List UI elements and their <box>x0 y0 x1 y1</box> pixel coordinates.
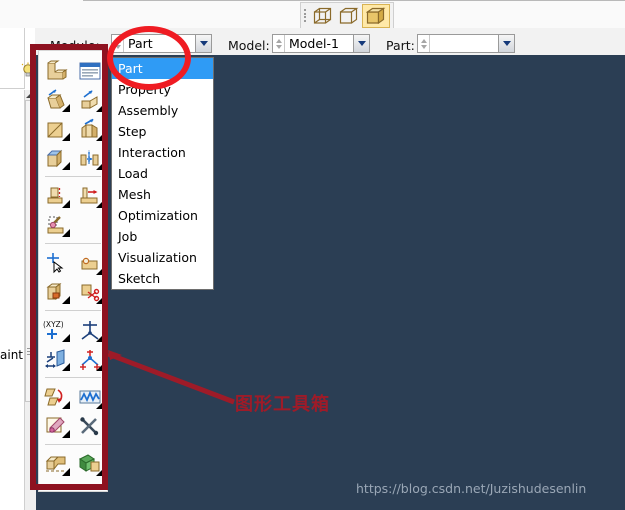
annotation-label: 图形工具箱 <box>235 394 330 415</box>
create-datum-csys-icon[interactable] <box>73 344 107 373</box>
create-feature-pattern-icon[interactable] <box>39 382 73 411</box>
toolbox-row <box>39 344 107 373</box>
create-datum-point-icon[interactable]: (XYZ) <box>39 315 73 344</box>
module-item-interaction[interactable]: Interaction <box>112 142 213 163</box>
module-item-part[interactable]: Part <box>112 58 213 79</box>
toolbox-row <box>39 181 107 210</box>
model-chevron-down-icon[interactable] <box>353 35 369 52</box>
create-wire-icon[interactable] <box>73 248 107 277</box>
part-label: Part: <box>386 38 415 53</box>
scroll-up-arrow-icon[interactable] <box>25 91 34 100</box>
create-round-fillet-icon[interactable] <box>39 210 73 239</box>
toolbox-separator <box>45 377 101 378</box>
module-item-optimization[interactable]: Optimization <box>112 205 213 226</box>
module-combobox[interactable]: Part <box>111 34 212 53</box>
light-bulb-icon <box>21 62 35 81</box>
part-manager-icon[interactable] <box>73 56 107 85</box>
toolbar-grip-icon[interactable] <box>304 9 307 22</box>
create-sketch-icon[interactable] <box>39 411 73 440</box>
module-spinner[interactable] <box>112 35 124 52</box>
part-spinner[interactable] <box>418 35 430 52</box>
watermark-url: https://blog.csdn.net/Juzishudesenlin <box>356 481 587 496</box>
toolbox-row: (XYZ) <box>39 315 107 344</box>
toolbox-row <box>39 277 107 306</box>
create-datum-axis-icon[interactable] <box>73 315 107 344</box>
toolbox-row <box>39 210 107 239</box>
module-item-property[interactable]: Property <box>112 79 213 100</box>
module-item-assembly[interactable]: Assembly <box>112 100 213 121</box>
toolbox-row <box>39 85 107 114</box>
create-shell-sweep-icon[interactable] <box>73 114 107 143</box>
toolbox-separator <box>45 444 101 445</box>
module-item-step[interactable]: Step <box>112 121 213 142</box>
create-part-icon[interactable] <box>39 56 73 85</box>
module-combobox-value: Part <box>128 36 153 51</box>
module-item-sketch[interactable]: Sketch <box>112 268 213 289</box>
render-style-toolbar <box>300 2 394 29</box>
shaded-cube-icon[interactable] <box>362 3 390 28</box>
toolbox-row <box>39 248 107 277</box>
wireframe-cube-icon[interactable] <box>310 5 336 27</box>
toolbox-row <box>39 382 107 411</box>
svg-text:(XYZ): (XYZ) <box>43 320 64 329</box>
part-combobox[interactable] <box>417 34 515 53</box>
model-spinner[interactable] <box>273 35 285 52</box>
part-chevron-down-icon[interactable] <box>498 35 514 52</box>
annotation-arrow <box>108 350 235 405</box>
module-item-load[interactable]: Load <box>112 163 213 184</box>
module-chevron-down-icon[interactable] <box>195 35 211 52</box>
partition-face-sketch-icon[interactable] <box>73 277 107 306</box>
hidden-line-cube-icon[interactable] <box>336 5 362 27</box>
create-point-icon[interactable] <box>39 248 73 277</box>
create-solid-extrude-icon[interactable] <box>39 85 73 114</box>
toolbar-divider <box>83 0 625 1</box>
scrollbar-thumb[interactable] <box>25 100 36 402</box>
edit-feature-icon[interactable] <box>73 382 107 411</box>
toolbox-row <box>39 411 107 440</box>
create-geometry-set-icon[interactable] <box>39 449 73 478</box>
create-blend-icon[interactable] <box>73 143 107 172</box>
part-module-toolbox: (XYZ) <box>38 50 108 492</box>
toolbox-separator <box>45 243 101 244</box>
module-item-mesh[interactable]: Mesh <box>112 184 213 205</box>
left-panel-partial-label: aint <box>0 348 23 362</box>
toolbox-row <box>39 449 107 478</box>
module-dropdown-list[interactable]: Part Property Assembly Step Interaction … <box>111 57 214 290</box>
module-item-job[interactable]: Job <box>112 226 213 247</box>
toolbox-row <box>39 114 107 143</box>
create-solid-revolve-icon[interactable] <box>39 114 73 143</box>
toolbox-row <box>39 143 107 172</box>
create-datum-plane-icon[interactable] <box>39 344 73 373</box>
partition-cell-icon[interactable] <box>39 277 73 306</box>
module-item-visualization[interactable]: Visualization <box>112 247 213 268</box>
toolbox-separator <box>45 310 101 311</box>
create-cut-extrude-icon[interactable] <box>39 181 73 210</box>
create-shell-extrude-icon[interactable] <box>73 85 107 114</box>
toolbox-row <box>39 56 107 85</box>
model-label: Model: <box>228 38 270 53</box>
create-cut-sweep-icon[interactable] <box>73 181 107 210</box>
create-solid-loft-icon[interactable] <box>39 143 73 172</box>
model-combobox-value: Model-1 <box>289 36 339 51</box>
model-combobox[interactable]: Model-1 <box>272 34 370 53</box>
query-tools-icon[interactable] <box>73 411 107 440</box>
scrollbar-thumb-grip-icon <box>27 348 32 356</box>
merge-cut-instances-icon[interactable] <box>73 449 107 478</box>
toolbox-separator <box>45 176 101 177</box>
